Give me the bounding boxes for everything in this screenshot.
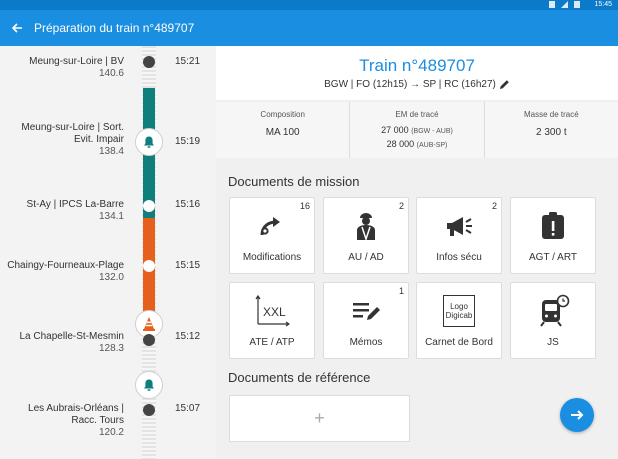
composition-col: Composition MA 100 (216, 102, 351, 158)
traffic-cone-icon (143, 317, 155, 331)
composition-label: Composition (260, 110, 305, 119)
bell-icon (144, 136, 154, 148)
train-info-box: Composition MA 100 EM de tracé 27 000 (B… (216, 102, 618, 158)
mission-docs-title: Documents de mission (228, 174, 360, 189)
signal-bell-marker[interactable] (135, 128, 163, 156)
em-label: EM de tracé (395, 110, 439, 119)
tile-js[interactable]: JS (510, 282, 596, 359)
status-time: 15:45 (594, 1, 612, 8)
memo-icon (353, 303, 380, 320)
stop-time: 15:15 (175, 260, 201, 271)
stop-time: 15:19 (175, 136, 201, 147)
xxl-icon: XXL (255, 294, 290, 327)
tile-label: ATE / ATP (249, 337, 295, 348)
stop-time: 15:21 (175, 56, 201, 67)
tile-label: Mémos (349, 337, 383, 348)
stop-time: 15:16 (175, 199, 201, 210)
stop-marker (143, 260, 155, 272)
signal-bell-marker[interactable] (135, 371, 163, 399)
stop-name: Meung-sur-Loire | BV 140.6 (29, 56, 124, 79)
tile-au-ad[interactable]: 2 AU / AD (323, 197, 409, 274)
bell-icon (144, 379, 154, 391)
train-clock-icon (540, 294, 570, 327)
status-bar: 15:45 (0, 0, 618, 10)
logo-digicab-icon: Logo Digicab (443, 295, 475, 327)
signal-icon (561, 1, 568, 8)
app-bar: Préparation du train n°489707 (0, 10, 618, 46)
tile-infos-secu[interactable]: 2 Infos sécu (416, 197, 502, 274)
tile-ate-atp[interactable]: XXL ATE / ATP (229, 282, 315, 359)
tile-carnet-de-bord[interactable]: Logo Digicab Carnet de Bord (416, 282, 502, 359)
tile-agt-art[interactable]: AGT / ART (510, 197, 596, 274)
stop-time: 15:07 (175, 403, 201, 414)
tile-label: AU / AD (348, 252, 384, 263)
stop-name: Meung-sur-Loire | Sort. Evit. Impair 138… (21, 122, 124, 157)
page-title: Préparation du train n°489707 (34, 21, 195, 35)
stop-name: Les Aubrais-Orléans | Racc. Tours 120.2 (28, 403, 124, 438)
stop-time: 15:12 (175, 331, 201, 342)
edit-icon[interactable] (499, 79, 510, 90)
battery-icon (574, 1, 580, 8)
svg-text:XXL: XXL (263, 305, 286, 319)
add-reference-doc-button[interactable]: + (229, 395, 410, 442)
stop-marker (143, 404, 155, 416)
tile-label: AGT / ART (529, 252, 577, 263)
reference-docs-title: Documents de référence (228, 370, 371, 385)
agent-icon (357, 213, 375, 242)
arrow-right-icon (571, 410, 584, 420)
tile-label: Carnet de Bord (425, 337, 493, 348)
em-value: 27 000 (BGW - AUB) 28 000 (AUB-SP) (381, 125, 453, 149)
megaphone-icon (447, 217, 472, 236)
em-col: EM de tracé 27 000 (BGW - AUB) 28 000 (A… (350, 102, 485, 158)
status-icons (549, 1, 580, 8)
train-title: Train n°489707 (359, 56, 475, 75)
tile-memos[interactable]: 1 Mémos (323, 282, 409, 359)
notification-icon (549, 1, 555, 8)
tile-label: JS (547, 337, 559, 348)
masse-value: 2 300 t (536, 127, 567, 138)
tile-label: Infos sécu (436, 252, 482, 263)
composition-value: MA 100 (265, 127, 300, 138)
modifications-icon (260, 217, 280, 236)
stop-marker (143, 56, 155, 68)
train-route: BGW | FO (12h15) → SP | RC (16h27) (216, 79, 618, 90)
stop-marker (143, 334, 155, 346)
arrow-left-icon (11, 23, 22, 33)
stop-name: La Chapelle-St-Mesmin 128.3 (19, 331, 125, 354)
tile-label: Modifications (242, 252, 302, 263)
tile-modifications[interactable]: 16 Modifications (229, 197, 315, 274)
train-header: Train n°489707 BGW | FO (12h15) → SP | R… (216, 46, 618, 100)
masse-col: Masse de tracé 2 300 t (485, 102, 618, 158)
back-button[interactable] (0, 10, 34, 46)
stop-marker (143, 200, 155, 212)
plus-icon: + (314, 408, 325, 428)
stop-name: St-Ay | IPCS La-Barre 134.1 (26, 199, 124, 222)
main-panel: Train n°489707 BGW | FO (12h15) → SP | R… (216, 46, 618, 459)
next-fab-button[interactable] (560, 398, 594, 432)
alert-badge-icon (542, 212, 564, 239)
route-timeline[interactable]: Meung-sur-Loire | BV 140.6 15:21 Meung-s… (0, 46, 216, 459)
train-route-text: BGW | FO (12h15) → SP | RC (16h27) (324, 79, 496, 90)
stop-name: Chaingy-Fourneaux-Plage 132.0 (7, 260, 124, 283)
masse-label: Masse de tracé (523, 110, 579, 119)
